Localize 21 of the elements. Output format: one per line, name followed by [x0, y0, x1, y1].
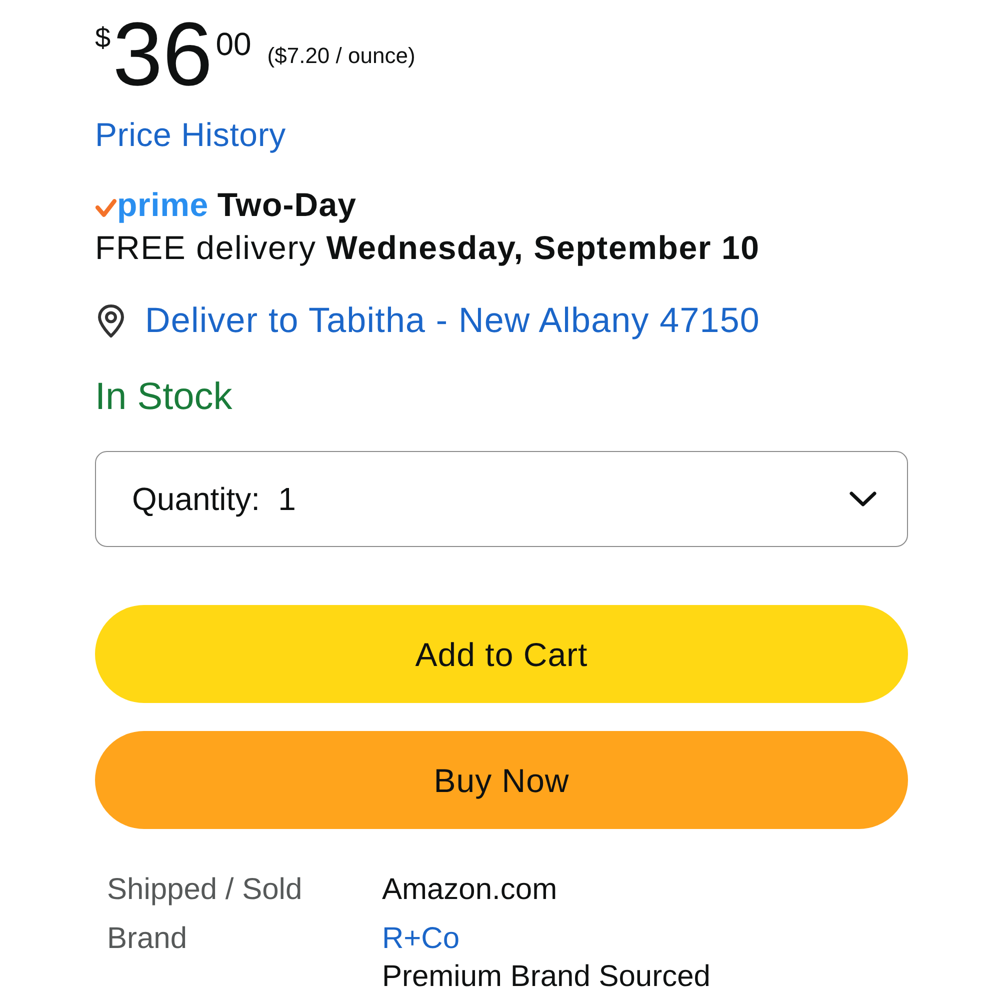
detail-label: Shipped / Sold [106, 872, 304, 908]
price-history-link[interactable]: Price History [95, 115, 286, 155]
prime-wordmark: prime [117, 185, 208, 225]
location-pin-icon [97, 304, 125, 338]
detail-label: Brand [106, 921, 188, 957]
quantity-dropdown[interactable]: Quantity: 1 [95, 451, 908, 547]
chevron-down-icon [849, 491, 877, 507]
detail-value: Premium Brand Sourced [382, 959, 710, 995]
delivery-speed: Two-Day [217, 185, 357, 225]
price-fraction: 00 [216, 28, 252, 60]
detail-value: Amazon.com [382, 872, 558, 908]
price-whole: 36 [112, 10, 213, 100]
add-to-cart-button[interactable]: Add to Cart [95, 605, 908, 703]
stock-status: In Stock [95, 375, 232, 420]
delivery-date-text: FREE delivery Wednesday, September 10 [95, 228, 761, 268]
location-link[interactable]: Deliver to Tabitha - New Albany 47150 [145, 299, 760, 343]
brand-link[interactable]: R+Co [382, 920, 460, 958]
check-icon [95, 199, 117, 218]
buy-now-button[interactable]: Buy Now [95, 731, 908, 829]
unit-price: ($7.20 / ounce) [267, 45, 416, 67]
currency-symbol: $ [95, 24, 111, 52]
